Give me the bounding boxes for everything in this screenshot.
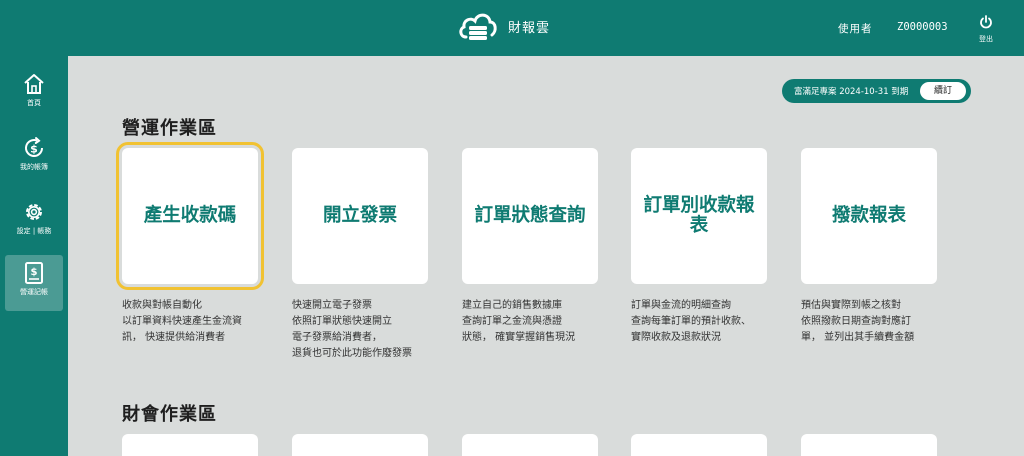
finance-card[interactable] <box>292 434 428 456</box>
card-order-payment-report[interactable]: 訂單別收款報表 <box>631 148 767 284</box>
card-title: 開立發票 <box>322 205 397 226</box>
power-icon <box>980 15 992 29</box>
finance-card[interactable] <box>122 434 258 456</box>
ledger-icon: $ <box>25 262 43 284</box>
desc-line: 快速開立電子發票 <box>292 300 372 311</box>
dollar-cycle-icon: $ <box>25 137 43 157</box>
finance-card[interactable] <box>801 434 937 456</box>
section-title-operations: 營運作業區 <box>122 118 217 139</box>
sidebar-item-label: 營運記帳 <box>20 288 48 296</box>
section-title-finance: 財會作業區 <box>122 404 217 425</box>
desc-line: 依照訂單狀態快速開立 <box>292 316 392 327</box>
sidebar: 首頁 $ 我的帳簿 設定 | 帳務 $ 營運記帳 <box>0 56 68 456</box>
card-order-status-query[interactable]: 訂單狀態查詢 <box>462 148 598 284</box>
finance-card[interactable] <box>462 434 598 456</box>
home-icon <box>24 74 44 94</box>
desc-line: 查詢每筆訂單的預計收款、 <box>631 316 751 327</box>
desc-line: 預估與實際到帳之核對 <box>801 300 901 311</box>
desc-line: 單， 並列出其手續費金額 <box>801 332 915 343</box>
user-id: Z0000003 <box>897 21 948 33</box>
desc-line: 以訂單資料快速產生金流資 <box>122 316 242 327</box>
card-title: 撥款報表 <box>831 205 906 226</box>
desc-line: 狀態， 確實掌握銷售現況 <box>462 332 576 343</box>
card-disbursement-report[interactable]: 撥款報表 <box>801 148 937 284</box>
card-title: 訂單別收款報表 <box>643 195 755 236</box>
finance-card[interactable] <box>631 434 767 456</box>
top-bar: 財報雲 使用者 Z0000003 登出 <box>0 0 1024 56</box>
desc-line: 查詢訂單之金流與憑證 <box>462 316 562 327</box>
card-title: 訂單狀態查詢 <box>474 205 586 226</box>
brand[interactable]: 財報雲 <box>458 9 550 43</box>
desc-line: 建立自己的銷售數據庫 <box>462 300 562 311</box>
card-issue-invoice[interactable]: 開立發票 <box>292 148 428 284</box>
card-generate-payment-code[interactable]: 產生收款碼 <box>116 142 264 290</box>
renew-button[interactable]: 續訂 <box>920 82 966 100</box>
sidebar-item-label: 我的帳簿 <box>20 163 48 171</box>
gear-icon <box>26 204 42 220</box>
desc-line: 訂單與金流的明細查詢 <box>631 300 731 311</box>
card-description: 建立自己的銷售數據庫 查詢訂單之金流與憑證 狀態， 確實掌握銷售現況 <box>462 298 612 346</box>
brand-name: 財報雲 <box>508 20 551 36</box>
card-description: 預估與實際到帳之核對 依照撥款日期查詢對應訂 單， 並列出其手續費金額 <box>801 298 951 346</box>
svg-text:$: $ <box>31 267 38 278</box>
sidebar-item-settings[interactable]: 設定 | 帳務 <box>5 194 63 250</box>
sidebar-item-operations[interactable]: $ 營運記帳 <box>5 255 63 311</box>
svg-text:$: $ <box>30 143 38 156</box>
subscription-text: 富滿足專案 2024-10-31 到期 <box>794 87 909 97</box>
card-title: 產生收款碼 <box>143 205 237 226</box>
sidebar-item-label: 首頁 <box>27 99 41 107</box>
cloud-logo-icon <box>459 13 497 40</box>
logout-button[interactable]: 登出 <box>974 14 998 44</box>
desc-line: 訊， 快速提供給消費者 <box>122 332 226 343</box>
sidebar-item-label: 設定 | 帳務 <box>16 227 52 235</box>
sidebar-item-my-ledger[interactable]: $ 我的帳簿 <box>5 130 63 186</box>
logout-label: 登出 <box>979 35 993 43</box>
desc-line: 收款與對帳自動化 <box>122 300 202 311</box>
user-label: 使用者 <box>838 23 873 35</box>
desc-line: 依照撥款日期查詢對應訂 <box>801 316 911 327</box>
sidebar-item-home[interactable]: 首頁 <box>5 66 63 122</box>
card-description: 收款與對帳自動化 以訂單資料快速產生金流資 訊， 快速提供給消費者 <box>122 298 272 346</box>
card-description: 訂單與金流的明細查詢 查詢每筆訂單的預計收款、 實際收款及退款狀況 <box>631 298 781 346</box>
desc-line: 退貨也可於此功能作廢發票 <box>292 348 412 359</box>
desc-line: 實際收款及退款狀況 <box>631 332 721 343</box>
desc-line: 電子發票給消費者， <box>292 332 382 343</box>
card-description: 快速開立電子發票 依照訂單狀態快速開立 電子發票給消費者， 退貨也可於此功能作廢… <box>292 298 442 362</box>
subscription-status: 富滿足專案 2024-10-31 到期 續訂 <box>782 79 971 103</box>
